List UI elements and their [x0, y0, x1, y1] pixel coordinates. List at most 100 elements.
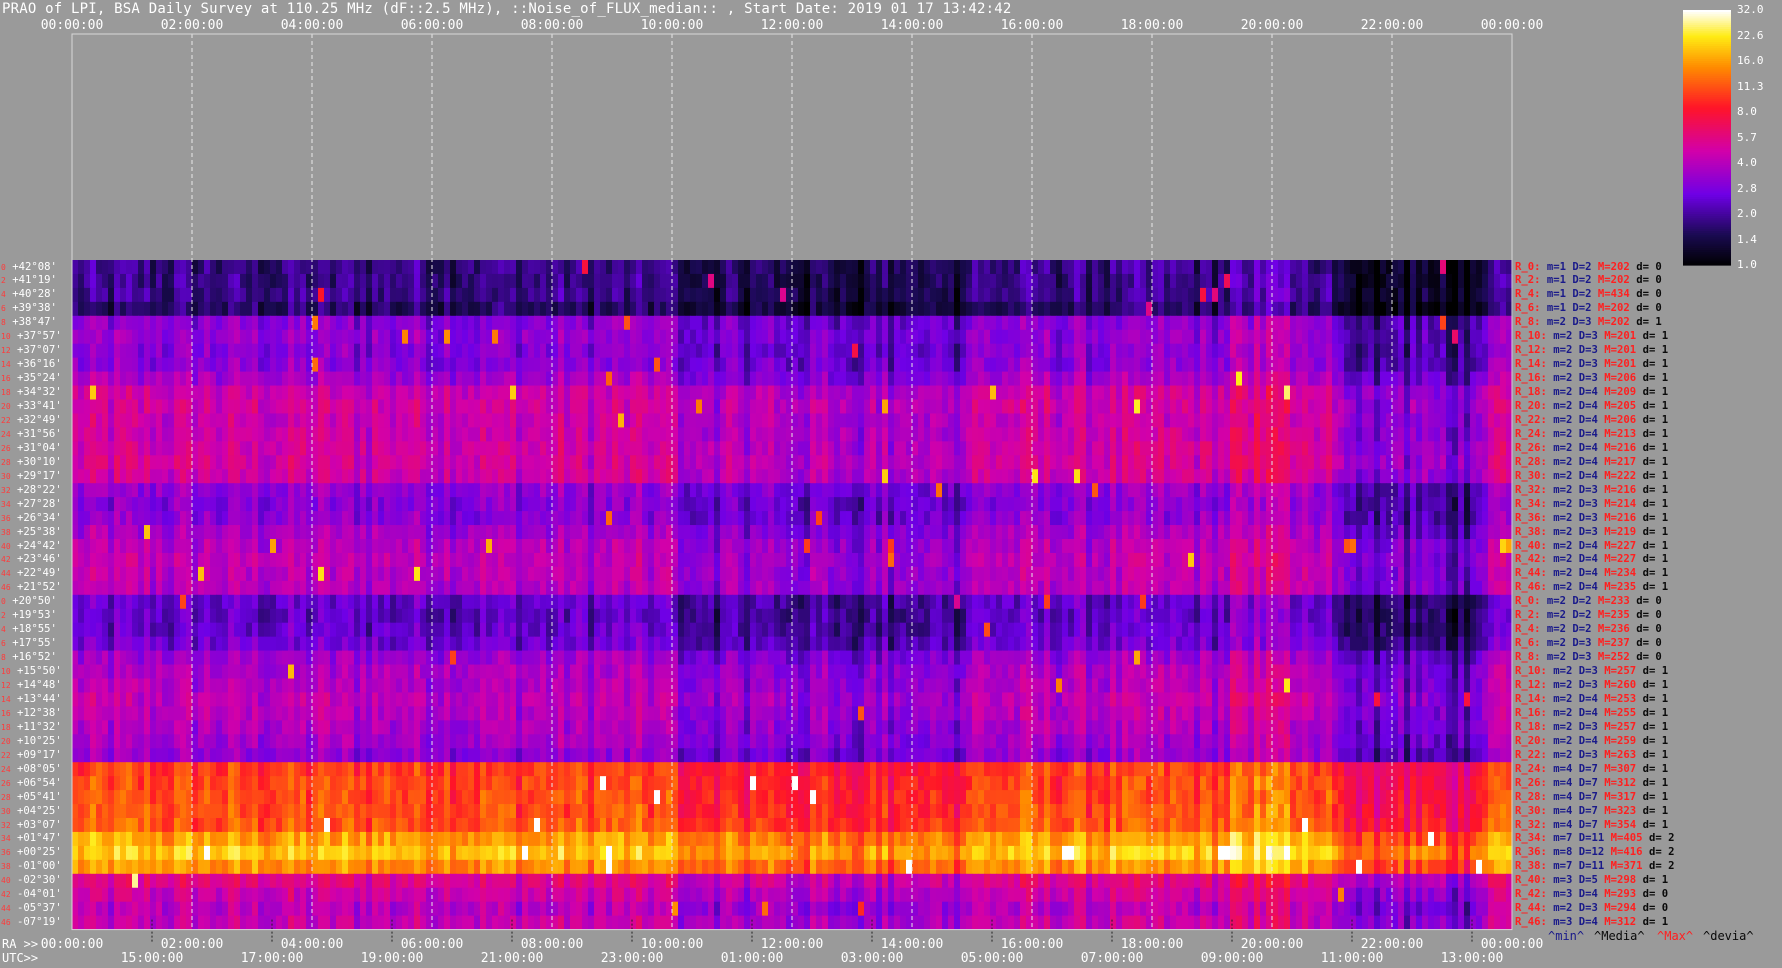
declination-value: +38°47' [5, 316, 57, 329]
stat-r: R_38: [1515, 860, 1547, 873]
ra-tick-label: 00:00:00 [1480, 937, 1544, 952]
stat-M: M=234 [1597, 567, 1637, 580]
stat-d: D=3 [1572, 665, 1598, 678]
stat-dv: d= 1 [1636, 427, 1669, 440]
stat-dv: d= 1 [1636, 776, 1669, 789]
declination-label: 14 +13°44' [1, 693, 62, 706]
declination-value: +37°57' [10, 330, 62, 343]
stat-d: D=4 [1572, 692, 1598, 705]
beam-index: 40 [1, 876, 11, 886]
stat-d: D=4 [1572, 400, 1598, 412]
utc-tick-label: 21:00:00 [480, 951, 544, 966]
beam-index: 12 [1, 681, 11, 690]
stat-m: m=3 [1546, 916, 1573, 929]
stat-dv: d= 1 [1636, 497, 1669, 510]
row-stat: R_26: m=4 D=7 M=312 d= 1 [1515, 777, 1668, 790]
stat-dv: d= 1 [1636, 469, 1669, 482]
stat-m: m=8 [1546, 846, 1573, 859]
stat-d: D=3 [1572, 748, 1598, 761]
beam-index: 30 [1, 806, 11, 816]
row-stat: R_4: m=2 D=2 M=236 d= 0 [1515, 623, 1662, 636]
declination-value: +00°25' [10, 846, 62, 859]
stat-m: m=2 [1546, 455, 1573, 468]
stat-dv: d= 0 [1629, 651, 1662, 664]
legend-media: ^Media^ [1594, 929, 1645, 943]
stat-d: D=3 [1566, 651, 1592, 664]
stat-M: M=216 [1597, 483, 1637, 496]
stat-d: D=4 [1572, 567, 1598, 580]
ra-tick-label: 08:00:00 [520, 937, 584, 952]
utc-tick-label: 13:00:00 [1440, 951, 1504, 966]
declination-value: +29°17' [10, 469, 62, 482]
stat-m: m=2 [1546, 427, 1573, 440]
stat-d: D=3 [1572, 372, 1598, 385]
row-stat: R_14: m=2 D=4 M=253 d= 1 [1515, 693, 1668, 706]
stat-dv: d= 2 [1642, 846, 1675, 859]
stat-d: D=4 [1572, 469, 1598, 482]
beam-index: 44 [1, 904, 11, 914]
stat-d: D=4 [1572, 455, 1598, 468]
row-stat: R_28: m=2 D=4 M=217 d= 1 [1515, 456, 1668, 469]
row-stat: R_22: m=2 D=3 M=263 d= 1 [1515, 749, 1668, 762]
declination-value: +23°46' [10, 553, 62, 566]
row-stat: R_46: m=2 D=4 M=235 d= 1 [1515, 581, 1668, 594]
stat-dv: d= 1 [1636, 581, 1669, 594]
stat-M: M=317 [1597, 790, 1637, 803]
beam-index: 24 [1, 429, 11, 439]
row-stat: R_24: m=2 D=4 M=213 d= 1 [1515, 428, 1668, 441]
beam-index: 18 [1, 388, 11, 398]
stat-M: M=252 [1591, 651, 1630, 664]
declination-value: +40°28' [5, 288, 57, 301]
row-stat: R_4: m=1 D=2 M=434 d= 0 [1515, 288, 1662, 301]
declination-label: 34 +27°28' [1, 498, 62, 511]
declination-label: 38 -01°00' [1, 860, 62, 873]
stat-M: M=202 [1591, 260, 1630, 273]
colorbar-tick-label: 32.0 [1737, 3, 1764, 16]
declination-value: +34°32' [10, 386, 62, 399]
stat-r: R_28: [1515, 790, 1547, 803]
stat-dv: d= 1 [1636, 344, 1669, 357]
declination-label: 0 +20°50' [1, 595, 57, 608]
declination-label: 26 +06°54' [1, 777, 62, 790]
stat-M: M=237 [1591, 637, 1630, 650]
row-stat: R_18: m=2 D=3 M=257 d= 1 [1515, 721, 1668, 734]
stat-d: D=3 [1572, 720, 1598, 733]
stat-r: R_40: [1515, 539, 1547, 552]
beam-index: 10 [1, 332, 11, 342]
declination-label: 32 +03°07' [1, 819, 62, 832]
row-stat: R_42: m=2 D=4 M=227 d= 1 [1515, 553, 1668, 566]
row-stat: R_32: m=2 D=3 M=216 d= 1 [1515, 484, 1668, 497]
stat-m: m=2 [1546, 692, 1573, 705]
stat-M: M=371 [1604, 860, 1643, 873]
stat-dv: d= 1 [1636, 720, 1669, 733]
stat-m: m=2 [1540, 595, 1567, 608]
declination-value: -01°00' [10, 860, 62, 873]
stat-r: R_4: [1515, 623, 1541, 636]
stat-M: M=209 [1597, 386, 1637, 399]
stat-M: M=235 [1591, 609, 1630, 622]
stat-M: M=323 [1597, 804, 1637, 817]
stat-r: R_40: [1515, 874, 1547, 887]
stat-m: m=2 [1546, 483, 1573, 496]
declination-label: 40 -02°30' [1, 874, 62, 887]
stat-r: R_8: [1515, 316, 1541, 329]
stat-dv: d= 2 [1642, 832, 1675, 845]
stat-r: R_24: [1515, 427, 1547, 440]
stat-r: R_0: [1515, 595, 1541, 608]
declination-label: 32 +28°22' [1, 484, 62, 497]
declination-label: 18 +34°32' [1, 386, 62, 399]
stat-M: M=298 [1597, 874, 1637, 887]
stat-d: D=3 [1572, 497, 1598, 510]
stat-dv: d= 0 [1629, 623, 1662, 636]
declination-value: +22°49' [10, 567, 62, 580]
ra-tick-label: 10:00:00 [640, 937, 704, 952]
beam-index: 42 [1, 555, 11, 565]
stat-dv: d= 0 [1636, 888, 1669, 901]
stat-r: R_32: [1515, 818, 1547, 831]
stat-d: D=2 [1566, 595, 1592, 608]
utc-tick-label: 19:00:00 [360, 951, 424, 966]
declination-value: +36°16' [10, 358, 62, 371]
stat-M: M=217 [1597, 455, 1637, 468]
declination-value: +09°17' [10, 748, 62, 761]
stat-dv: d= 1 [1636, 762, 1669, 775]
